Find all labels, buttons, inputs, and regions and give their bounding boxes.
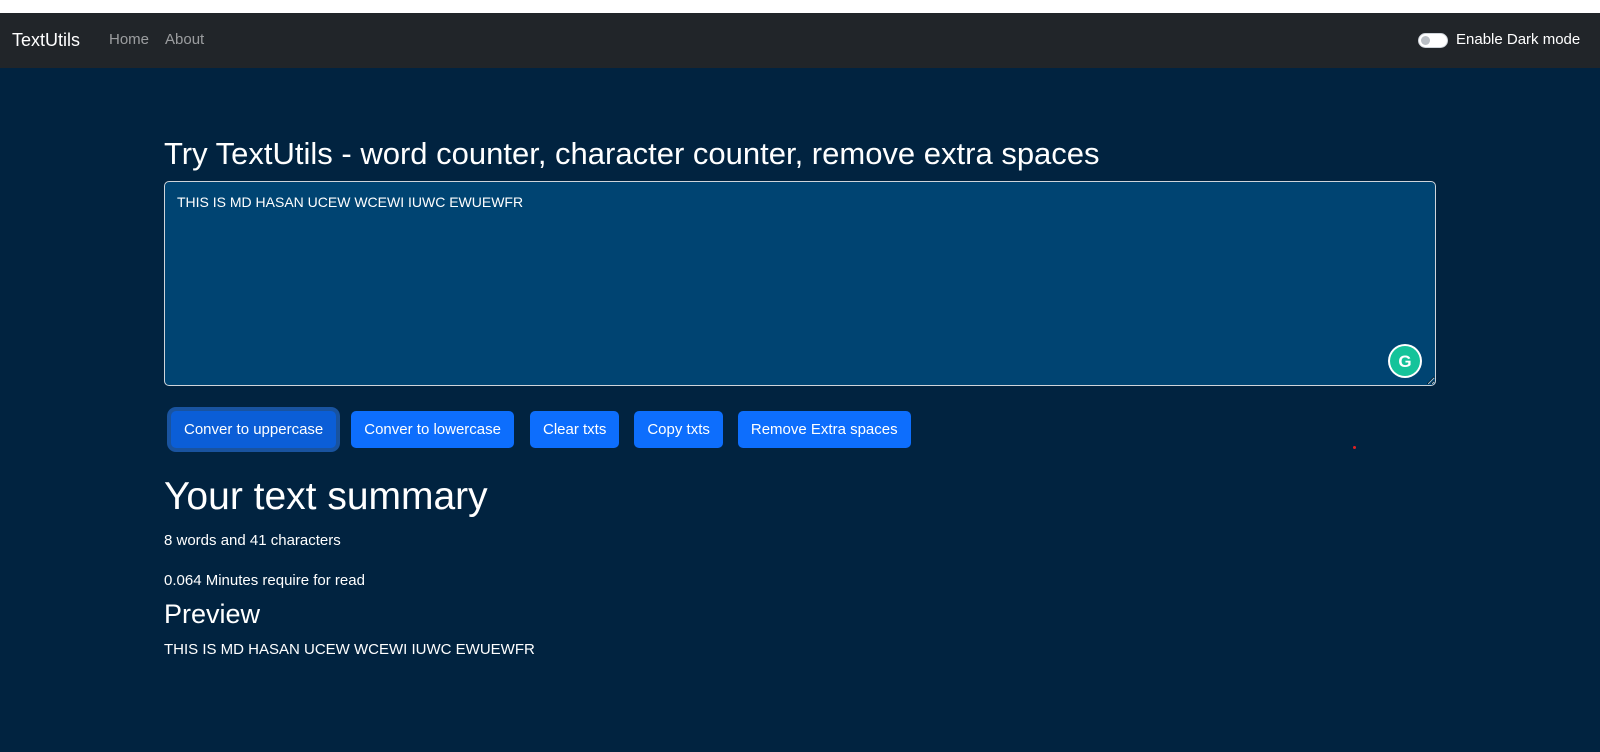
grammarly-icon[interactable]: G [1390,346,1420,376]
dark-mode-label[interactable]: Enable Dark mode [1456,30,1580,50]
switch-knob [1421,35,1430,45]
page-title: Try TextUtils - word counter, character … [164,136,1100,171]
clear-button[interactable]: Clear txts [529,411,620,448]
top-strip [0,0,1600,13]
copy-button[interactable]: Copy txts [634,411,723,448]
read-time: 0.064 Minutes require for read [164,572,365,589]
navbar: TextUtils Home About Enable Dark mode [0,13,1600,68]
preview-title: Preview [164,599,261,629]
remove-extra-spaces-button[interactable]: Remove Extra spaces [737,411,911,448]
text-input[interactable] [164,181,1436,386]
summary-title: Your text summary [164,475,488,518]
action-buttons: Conver to uppercase Conver to lowercase … [171,411,911,448]
nav-links: Home About [109,30,204,50]
preview-text: THIS IS MD HASAN UCEW WCEWI IUWC EWUEWFR [164,641,535,658]
nav-link-home[interactable]: Home [109,30,149,50]
dark-mode-toggle[interactable]: Enable Dark mode [1418,30,1580,50]
textarea-wrapper: G [164,181,1436,386]
brand-link[interactable]: TextUtils [12,28,80,52]
dark-mode-switch[interactable] [1418,32,1448,48]
word-char-count: 8 words and 41 characters [164,532,341,549]
lowercase-button[interactable]: Conver to lowercase [351,411,514,448]
red-dot [1353,446,1356,449]
nav-link-about[interactable]: About [165,30,204,50]
main-content: Try TextUtils - word counter, character … [0,68,1600,752]
uppercase-button[interactable]: Conver to uppercase [171,411,337,448]
